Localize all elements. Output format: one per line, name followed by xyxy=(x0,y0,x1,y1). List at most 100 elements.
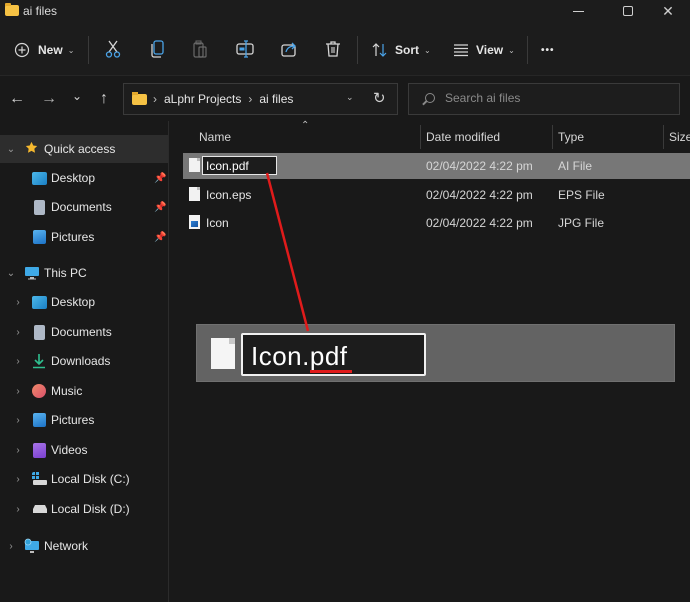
computer-icon xyxy=(25,267,39,280)
sidebar-item-downloads[interactable]: › Downloads xyxy=(0,347,168,375)
sidebar-item-label: Downloads xyxy=(51,354,111,368)
documents-icon xyxy=(34,200,45,215)
chevron-right-icon[interactable]: › xyxy=(13,327,23,338)
chevron-right-icon: › xyxy=(248,92,253,106)
chevron-right-icon[interactable]: › xyxy=(13,356,23,367)
music-icon xyxy=(32,384,46,398)
file-icon xyxy=(189,187,200,201)
column-header-name[interactable]: Name xyxy=(199,130,231,144)
sidebar-item-quick-access[interactable]: ⌄ Quick access xyxy=(0,135,168,163)
sort-label: Sort xyxy=(395,43,419,57)
chevron-right-icon: › xyxy=(153,92,157,106)
file-type: JPG File xyxy=(558,216,605,230)
column-header-type[interactable]: Type xyxy=(558,130,584,144)
star-icon xyxy=(25,141,38,153)
share-icon[interactable] xyxy=(278,38,300,60)
column-divider[interactable] xyxy=(420,125,421,149)
chevron-right-icon[interactable]: › xyxy=(13,386,23,397)
chevron-right-icon[interactable]: › xyxy=(13,297,23,308)
sidebar-item-local-disk-c[interactable]: › Local Disk (C:) xyxy=(0,465,168,493)
back-button[interactable]: ← xyxy=(7,89,27,109)
address-bar[interactable]: › aLphr Projects › ai files ⌄ ↻ xyxy=(123,83,398,115)
chevron-right-icon[interactable]: › xyxy=(13,474,23,485)
column-divider[interactable] xyxy=(552,125,553,149)
chevron-right-icon[interactable]: › xyxy=(6,541,16,552)
chevron-right-icon[interactable]: › xyxy=(13,415,23,426)
videos-icon xyxy=(33,443,46,458)
window-title: ai files xyxy=(23,4,58,18)
delete-icon[interactable] xyxy=(322,38,344,60)
sidebar-item-label: Pictures xyxy=(51,413,95,427)
chevron-down-icon: ⌄ xyxy=(508,45,515,55)
file-row[interactable]: Icon 02/04/2022 4:22 pm JPG File xyxy=(183,210,690,236)
close-button[interactable]: ✕ xyxy=(645,0,690,24)
sidebar-item-network[interactable]: › Network xyxy=(0,532,168,560)
file-icon xyxy=(211,338,235,369)
more-options-button[interactable]: ••• xyxy=(541,36,555,64)
maximize-icon xyxy=(623,6,633,16)
sidebar-item-pictures[interactable]: Pictures 📌 xyxy=(0,223,168,251)
rename-icon[interactable] xyxy=(234,38,256,60)
chevron-down-icon[interactable]: ⌄ xyxy=(6,144,16,155)
column-header-size[interactable]: Size xyxy=(669,130,690,144)
sort-button[interactable]: Sort ⌄ xyxy=(371,36,431,64)
pictures-icon xyxy=(33,230,46,244)
sidebar-item-this-pc[interactable]: ⌄ This PC xyxy=(0,259,168,287)
search-input[interactable] xyxy=(445,91,665,105)
callout-filename: Icon.pdf xyxy=(251,341,348,371)
paste-icon[interactable] xyxy=(189,38,211,60)
sidebar-item-pc-documents[interactable]: › Documents xyxy=(0,318,168,346)
breadcrumb: › aLphr Projects › ai files xyxy=(153,92,293,106)
file-type: AI File xyxy=(558,159,593,173)
forward-button[interactable]: → xyxy=(39,89,59,109)
image-file-icon xyxy=(189,215,200,229)
drive-c-icon xyxy=(32,472,47,485)
sidebar-item-local-disk-d[interactable]: › Local Disk (D:) xyxy=(0,495,168,523)
up-button[interactable]: ↑ xyxy=(94,89,114,109)
drive-d-icon xyxy=(33,505,47,513)
view-button[interactable]: View ⌄ xyxy=(453,36,515,64)
breadcrumb-item[interactable]: ai files xyxy=(259,92,293,106)
zoom-callout: Icon.pdf xyxy=(196,324,675,382)
sidebar-item-label: Desktop xyxy=(51,171,96,185)
new-label: New xyxy=(38,43,63,57)
pin-icon[interactable]: 📌 xyxy=(154,232,166,243)
chevron-down-icon[interactable]: ⌄ xyxy=(6,268,16,279)
copy-icon[interactable] xyxy=(146,38,168,60)
sidebar-item-music[interactable]: › Music xyxy=(0,377,168,405)
cut-icon[interactable] xyxy=(102,38,124,60)
sidebar-item-documents[interactable]: Documents 📌 xyxy=(0,193,168,221)
sidebar-item-videos[interactable]: › Videos xyxy=(0,436,168,464)
rename-input[interactable] xyxy=(202,156,277,175)
recent-locations-button[interactable]: ⌄ xyxy=(67,89,87,109)
network-icon xyxy=(24,538,39,553)
pin-icon[interactable]: 📌 xyxy=(154,173,166,184)
file-row[interactable]: 02/04/2022 4:22 pm AI File xyxy=(183,153,690,179)
sidebar-item-pc-desktop[interactable]: › Desktop xyxy=(0,288,168,316)
title-bar: ai files ✕ xyxy=(0,0,690,24)
sidebar-item-pc-pictures[interactable]: › Pictures xyxy=(0,406,168,434)
column-divider[interactable] xyxy=(663,125,664,149)
address-history-chevron-icon[interactable]: ⌄ xyxy=(346,92,354,103)
new-button[interactable]: New ⌄ xyxy=(14,36,74,64)
sidebar-item-label: This PC xyxy=(44,266,87,280)
chevron-down-icon: ⌄ xyxy=(424,45,431,55)
callout-rename-box: Icon.pdf xyxy=(241,333,426,376)
file-icon xyxy=(189,158,200,172)
minimize-button[interactable] xyxy=(555,0,601,24)
chevron-right-icon[interactable]: › xyxy=(13,504,23,515)
file-name: Icon xyxy=(206,216,229,230)
toolbar-divider xyxy=(527,36,528,64)
breadcrumb-item[interactable]: aLphr Projects xyxy=(164,92,241,106)
column-header-date[interactable]: Date modified xyxy=(426,130,500,144)
sidebar-item-label: Music xyxy=(51,384,83,398)
search-box[interactable] xyxy=(408,83,680,115)
file-row[interactable]: Icon.eps 02/04/2022 4:22 pm EPS File xyxy=(183,182,690,208)
pin-icon[interactable]: 📌 xyxy=(154,202,166,213)
chevron-right-icon[interactable]: › xyxy=(13,445,23,456)
file-type: EPS File xyxy=(558,188,605,202)
sidebar-item-desktop[interactable]: Desktop 📌 xyxy=(0,164,168,192)
pane-splitter[interactable] xyxy=(168,121,169,602)
refresh-button[interactable]: ↻ xyxy=(373,89,386,107)
view-icon xyxy=(454,44,468,57)
